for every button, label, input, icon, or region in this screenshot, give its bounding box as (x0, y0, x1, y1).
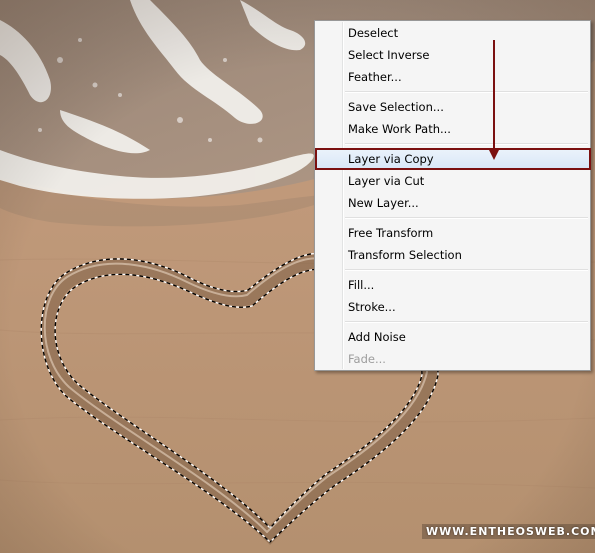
menu-item-layer-via-copy[interactable]: Layer via Copy (315, 148, 591, 170)
menu-item-fade: Fade... (348, 352, 386, 366)
menu-item-save-selection[interactable]: Save Selection... (315, 96, 590, 118)
menu-item-stroke[interactable]: Stroke... (315, 296, 590, 318)
menu-separator (315, 214, 590, 222)
menu-separator (315, 140, 590, 148)
menu-separator (315, 266, 590, 274)
menu-item-deselect[interactable]: Deselect (315, 22, 590, 44)
site-watermark: WWW.ENTHEOSWEB.COM (422, 524, 595, 539)
menu-item-free-transform[interactable]: Free Transform (315, 222, 590, 244)
menu-separator (315, 318, 590, 326)
menu-item-transform-selection[interactable]: Transform Selection (315, 244, 590, 266)
menu-item-fill[interactable]: Fill... (315, 274, 590, 296)
menu-separator (315, 88, 590, 96)
menu-item-layer-via-cut[interactable]: Layer via Cut (315, 170, 590, 192)
menu-item-new-layer[interactable]: New Layer... (315, 192, 590, 214)
menu-item-feather[interactable]: Feather... (315, 66, 590, 88)
pointer-arrow-icon (488, 40, 500, 160)
menu-item-add-noise[interactable]: Add Noise (315, 326, 590, 348)
menu-item-select-inverse[interactable]: Select Inverse (315, 44, 590, 66)
menu-item-make-work-path[interactable]: Make Work Path... (315, 118, 590, 140)
context-menu: Deselect Select Inverse Feather... Save … (314, 20, 591, 371)
